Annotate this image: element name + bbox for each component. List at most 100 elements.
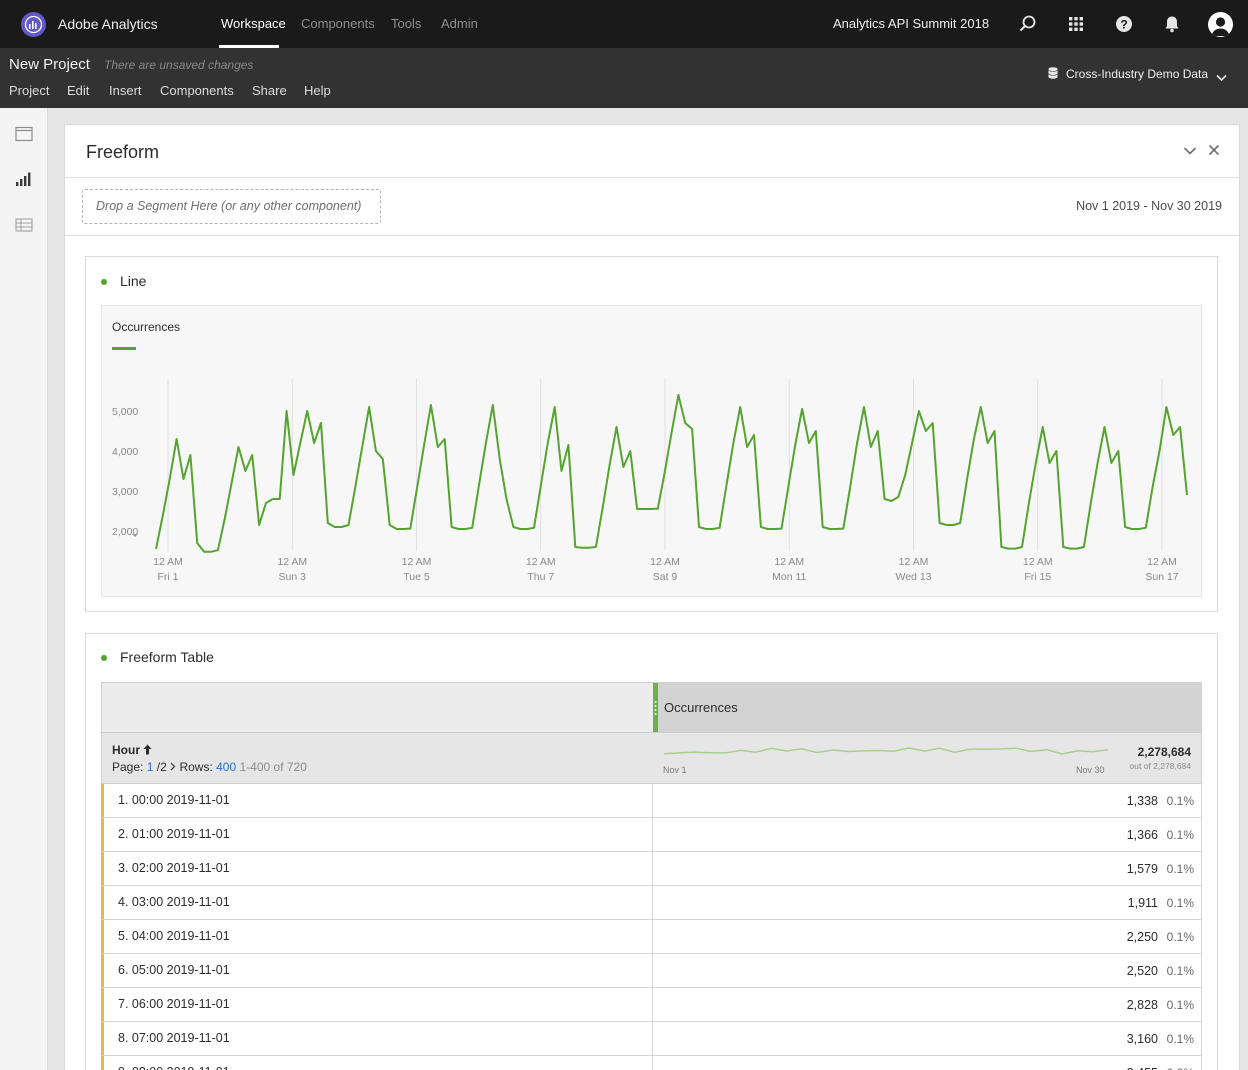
visualization-icon[interactable]: [15, 171, 33, 187]
column-separator: [652, 818, 653, 851]
search-icon[interactable]: [1018, 14, 1038, 34]
table-row[interactable]: 1. 00:00 2019-11-01 1,338 0.1%: [101, 784, 1202, 818]
row-percent: 0.1%: [1166, 964, 1194, 978]
adobe-analytics-logo-icon[interactable]: [21, 12, 46, 37]
date-range[interactable]: Nov 1 2019 - Nov 30 2019: [1076, 199, 1222, 213]
x-tick-label: Fri 15: [1024, 571, 1051, 583]
collapse-chevron-icon[interactable]: [1183, 143, 1197, 161]
next-page-icon[interactable]: [170, 760, 176, 774]
line-visualization: Line Occurrences 12 AM Fri 1 12 AM Sun 3 12 A…: [85, 256, 1218, 612]
metric-column-header[interactable]: Occurrences: [653, 683, 1202, 732]
line-chart-svg: Occurrences 12 AM Fri 1 12 AM Sun 3 12 AM Tue …: [112, 320, 1188, 583]
table-title[interactable]: Freeform Table: [120, 649, 214, 665]
row-value: 1,366: [1126, 828, 1158, 842]
project-bar: New Project There are unsaved changes Pr…: [0, 48, 1248, 108]
x-tick-label: 12 AM: [277, 556, 307, 568]
table-row[interactable]: 8. 07:00 2019-11-01 3,160 0.1%: [101, 1022, 1202, 1056]
page-label: Page:: [112, 760, 144, 774]
table-rows: 1. 00:00 2019-11-01 1,338 0.1% 2. 01:00 201…: [101, 784, 1202, 1070]
table-row[interactable]: 5. 04:00 2019-11-01 2,250 0.1%: [101, 920, 1202, 954]
row-label: 8. 07:00 2019-11-01: [118, 1031, 230, 1045]
rows-per-page[interactable]: 400: [216, 760, 236, 774]
row-value: 2,250: [1126, 930, 1158, 944]
row-percent: 0.1%: [1166, 828, 1194, 842]
y-tick-label: 3,000: [112, 486, 138, 498]
top-nav-bar: Adobe Analytics Workspace Components Too…: [0, 0, 1248, 48]
row-percent: 0.1%: [1166, 930, 1194, 944]
user-avatar-icon[interactable]: [1208, 12, 1233, 37]
menu-components[interactable]: Components: [160, 83, 234, 98]
sparkline: [663, 747, 1109, 755]
table-row[interactable]: 9. 08:00 2019-11-01 3,455 0.2%: [101, 1056, 1202, 1070]
row-label: 1. 00:00 2019-11-01: [118, 793, 230, 807]
drag-handle-icon[interactable]: [654, 699, 657, 717]
nav-components[interactable]: Components: [301, 16, 375, 31]
column-separator: [652, 1022, 653, 1055]
app-name[interactable]: Adobe Analytics: [58, 16, 158, 32]
table-row[interactable]: 4. 03:00 2019-11-01 1,911 0.1%: [101, 886, 1202, 920]
column-separator: [652, 852, 653, 885]
dimension-header[interactable]: Hour: [112, 743, 152, 758]
close-icon[interactable]: [1208, 143, 1220, 161]
menu-insert[interactable]: Insert: [109, 83, 142, 98]
table-row[interactable]: 3. 02:00 2019-11-01 1,579 0.1%: [101, 852, 1202, 886]
components-icon[interactable]: [15, 217, 33, 233]
menu-help[interactable]: Help: [304, 83, 331, 98]
rows-label: Rows:: [179, 760, 213, 774]
table-row[interactable]: 6. 05:00 2019-11-01 2,520 0.1%: [101, 954, 1202, 988]
report-suite-name: Cross-Industry Demo Data: [1066, 67, 1209, 81]
help-icon[interactable]: ?: [1114, 14, 1134, 34]
x-tick-label: Fri 1: [158, 571, 179, 583]
left-rail: [0, 108, 48, 1070]
table-header: Occurrences: [101, 682, 1202, 733]
row-percent: 0.2%: [1167, 1066, 1194, 1070]
row-label: 9. 08:00 2019-11-01: [118, 1065, 230, 1070]
row-label: 4. 03:00 2019-11-01: [118, 895, 230, 909]
row-percent: 0.1%: [1166, 794, 1194, 808]
page-number[interactable]: 1: [147, 760, 154, 774]
row-percent: 0.1%: [1166, 862, 1194, 876]
column-separator: [652, 920, 653, 953]
menu-project[interactable]: Project: [9, 83, 49, 98]
x-tick-label: 12 AM: [899, 556, 929, 568]
dimension-name: Hour: [112, 743, 140, 757]
row-value: 1,338: [1126, 794, 1158, 808]
nav-admin[interactable]: Admin: [441, 16, 478, 31]
nav-workspace[interactable]: Workspace: [221, 16, 286, 31]
row-value: 1,579: [1126, 862, 1158, 876]
company-name[interactable]: Analytics API Summit 2018: [833, 16, 989, 31]
legend-swatch: [112, 347, 136, 350]
viz-title[interactable]: Line: [120, 273, 146, 289]
column-separator: [652, 954, 653, 987]
divider: [65, 177, 1239, 178]
panel-title[interactable]: Freeform: [86, 142, 159, 163]
x-tick-label: 12 AM: [650, 556, 680, 568]
freeform-panel: Freeform Drop a Segment Here (or any oth…: [64, 124, 1240, 1070]
row-percent: 0.1%: [1166, 998, 1194, 1012]
table-subheader: Hour Page: 1 /2 Rows: 400 1-400 of 720 N…: [101, 733, 1202, 784]
menu-edit[interactable]: Edit: [67, 83, 89, 98]
row-value: 3,160: [1126, 1032, 1158, 1046]
segment-dropzone[interactable]: Drop a Segment Here (or any other compon…: [82, 189, 381, 224]
panel-icon[interactable]: [15, 126, 33, 142]
divider: [65, 235, 1239, 236]
row-value: 2,828: [1126, 998, 1158, 1012]
nav-tools[interactable]: Tools: [391, 16, 421, 31]
apps-grid-icon[interactable]: [1066, 14, 1086, 34]
table-row[interactable]: 7. 06:00 2019-11-01 2,828 0.1%: [101, 988, 1202, 1022]
y-tick-label: 5,000: [112, 406, 138, 418]
x-tick-label: 12 AM: [402, 556, 432, 568]
project-title[interactable]: New Project: [9, 56, 90, 73]
x-tick-label: Sat 9: [653, 571, 678, 583]
table-row[interactable]: 2. 01:00 2019-11-01 1,366 0.1%: [101, 818, 1202, 852]
chevron-down-icon[interactable]: [1216, 69, 1227, 87]
metric-total: 2,278,684: [1137, 745, 1191, 759]
y-tick-label: 4,000: [112, 446, 138, 458]
report-suite-selector[interactable]: Cross-Industry Demo Data: [1048, 67, 1208, 82]
bell-icon[interactable]: [1162, 14, 1182, 34]
menu-share[interactable]: Share: [252, 83, 287, 98]
row-label: 7. 06:00 2019-11-01: [118, 997, 230, 1011]
line-chart: Occurrences 12 AM Fri 1 12 AM Sun 3 12 AM Tue …: [101, 305, 1202, 597]
column-separator: [652, 886, 653, 919]
sort-ascending-icon[interactable]: [143, 744, 152, 758]
